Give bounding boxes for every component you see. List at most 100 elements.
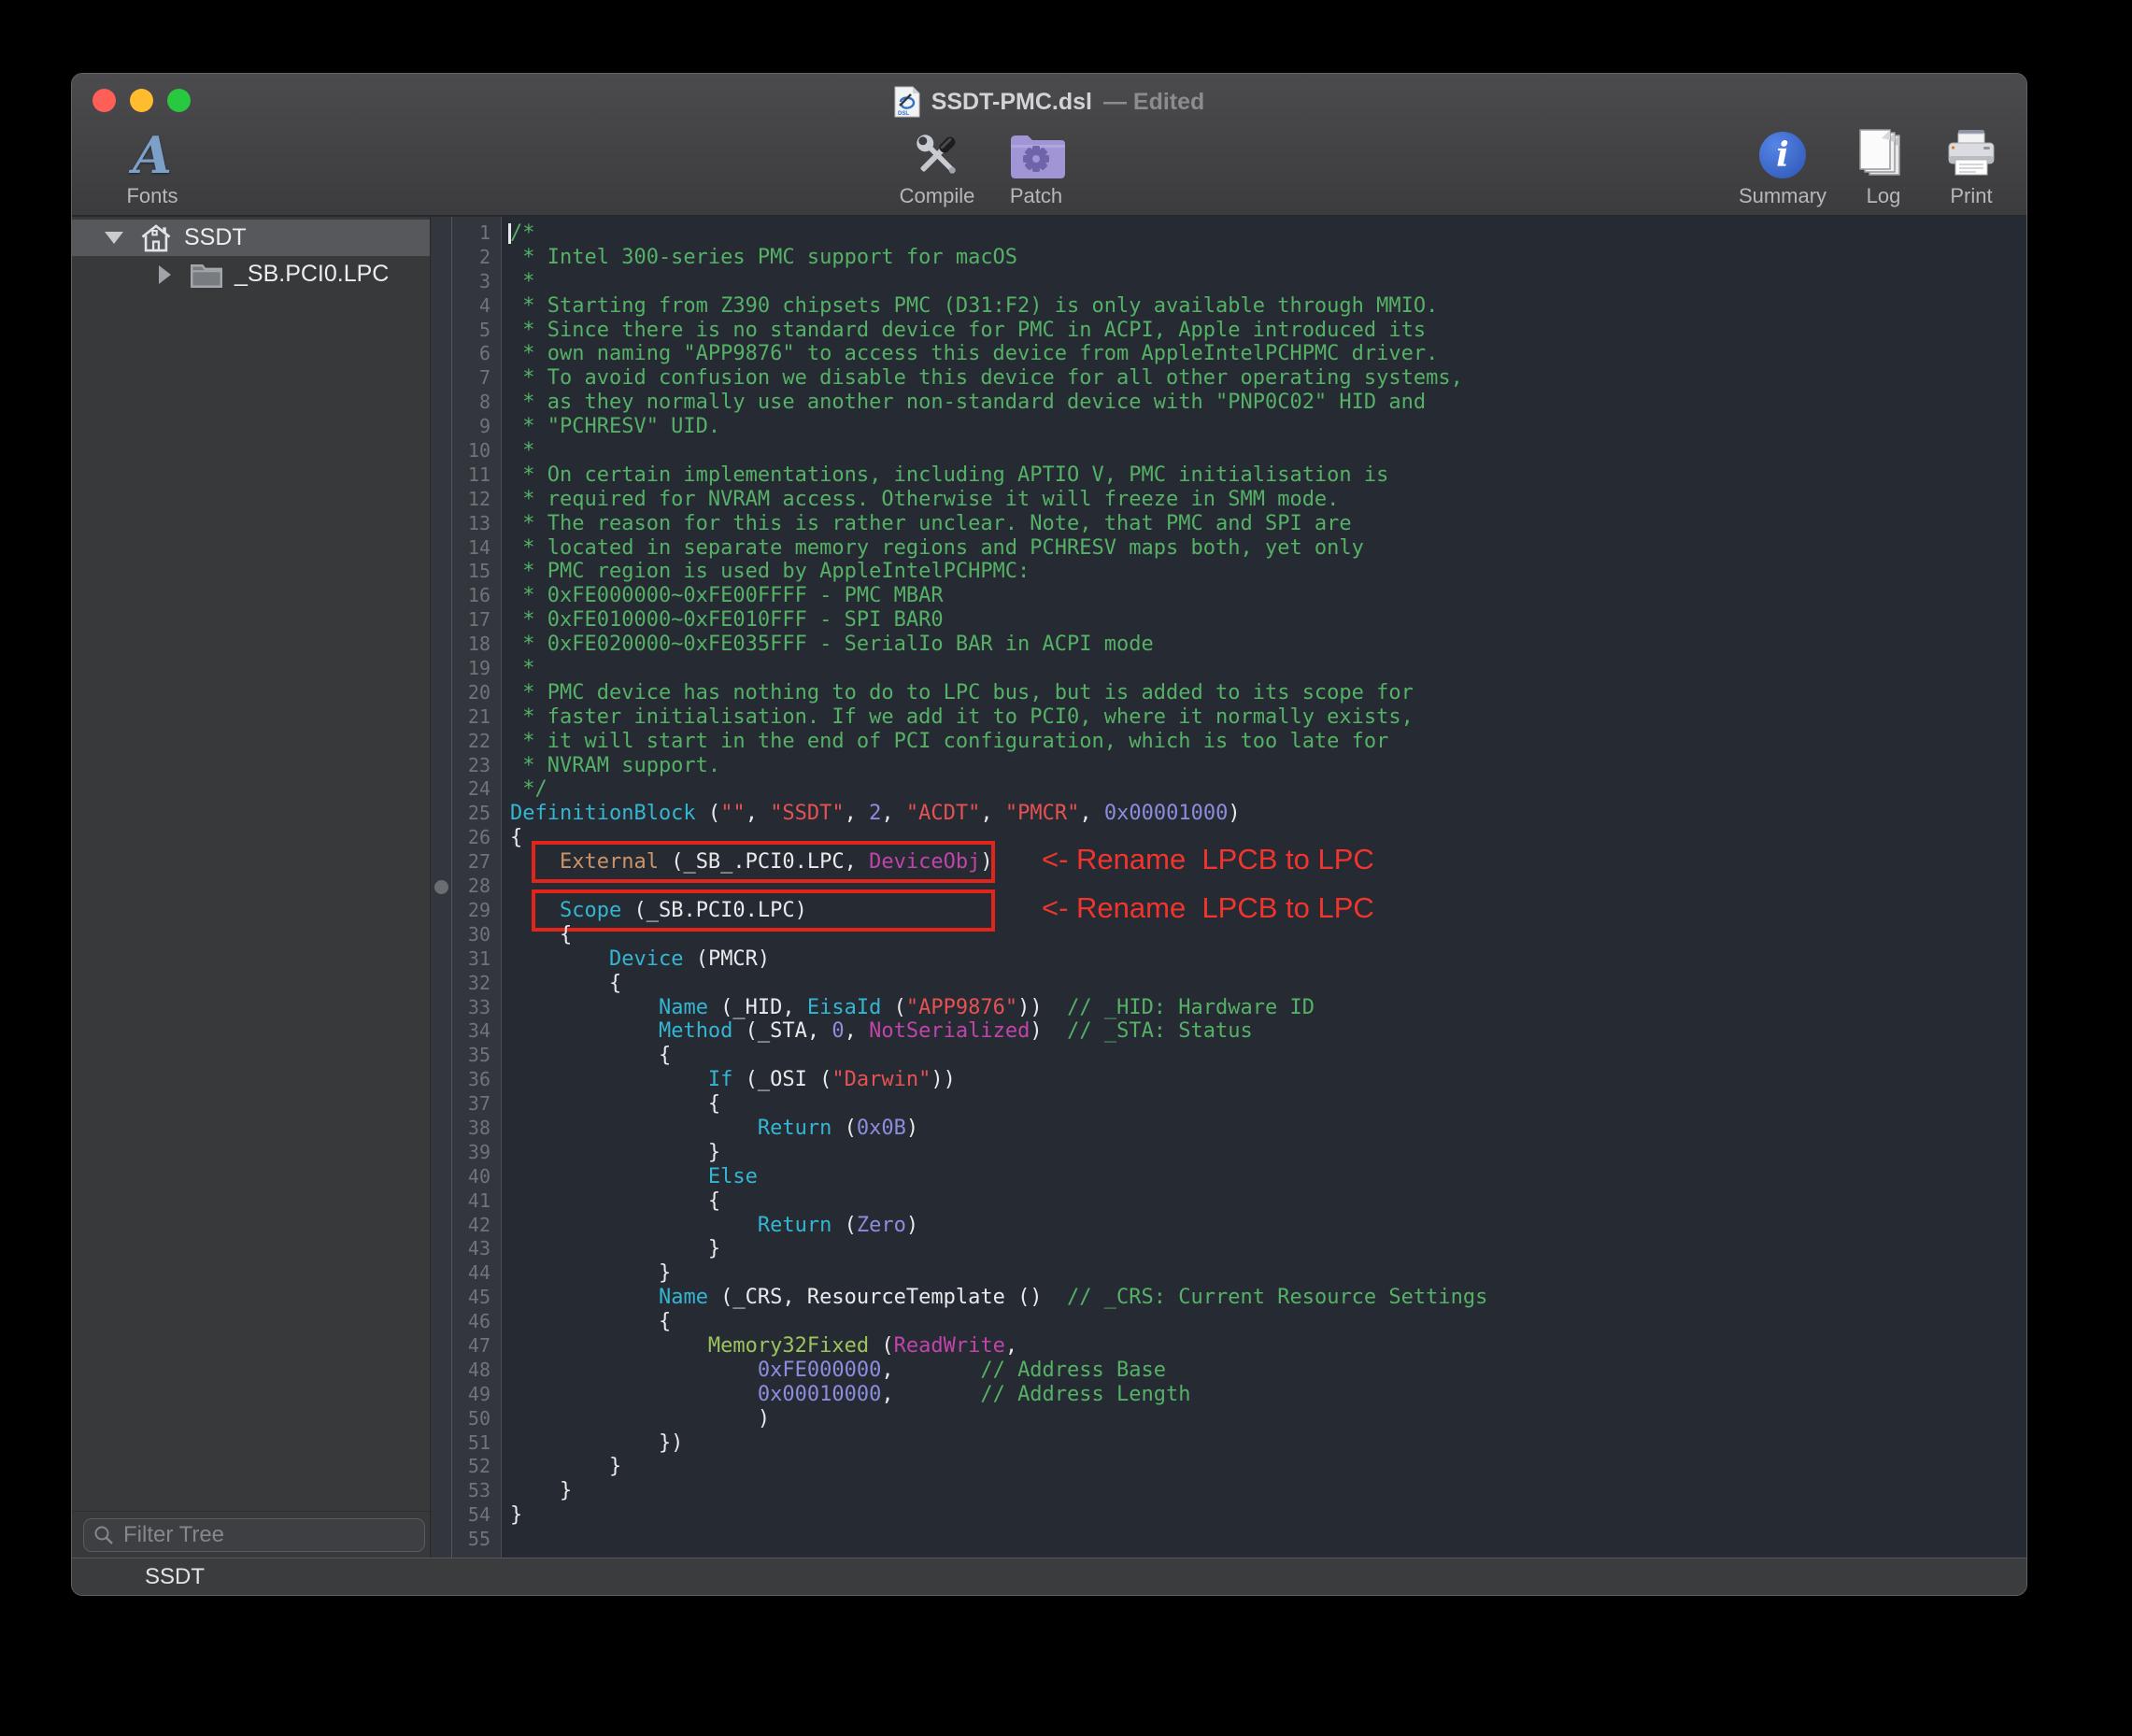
filter-tree-input[interactable]	[121, 1521, 415, 1549]
log-pages-icon	[1856, 128, 1911, 182]
patch-button[interactable]: Patch	[993, 124, 1079, 216]
code-line-35[interactable]: 35 {	[431, 1044, 2026, 1068]
rename-annotation: <- Rename LPCB to LPC	[1042, 847, 1374, 872]
code-line-32[interactable]: 32 {	[431, 972, 2026, 996]
code-line-3[interactable]: 3 *	[431, 270, 2026, 294]
line-content: {	[502, 923, 2026, 947]
code-line-31[interactable]: 31 Device (PMCR)	[431, 947, 2026, 972]
code-line-20[interactable]: 20 * PMC device has nothing to do to LPC…	[431, 681, 2026, 705]
line-number: 52	[431, 1455, 502, 1479]
line-number: 11	[431, 463, 502, 488]
code-line-47[interactable]: 47 Memory32Fixed (ReadWrite,	[431, 1334, 2026, 1359]
code-line-50[interactable]: 50 )	[431, 1407, 2026, 1431]
code-line-39[interactable]: 39 }	[431, 1141, 2026, 1165]
code-editor[interactable]: 1/*2 * Intel 300-series PMC support for …	[431, 217, 2026, 1558]
print-button[interactable]: Print	[1933, 124, 2010, 216]
line-number: 20	[431, 681, 502, 705]
code-line-55[interactable]: 55	[431, 1528, 2026, 1552]
fonts-label: Fonts	[126, 184, 178, 208]
compile-button[interactable]: Compile	[894, 124, 980, 216]
code-line-4[interactable]: 4 * Starting from Z390 chipsets PMC (D31…	[431, 294, 2026, 319]
code-line-11[interactable]: 11 * On certain implementations, includi…	[431, 463, 2026, 488]
line-number: 31	[431, 947, 502, 972]
code-line-46[interactable]: 46 {	[431, 1310, 2026, 1334]
code-line-38[interactable]: 38 Return (0x0B)	[431, 1117, 2026, 1141]
code-line-37[interactable]: 37 {	[431, 1092, 2026, 1117]
print-label: Print	[1950, 184, 1992, 208]
code-line-30[interactable]: 30 {	[431, 923, 2026, 947]
line-content: * Since there is no standard device for …	[502, 319, 2026, 343]
summary-button[interactable]: i Summary	[1731, 124, 1834, 216]
code-line-42[interactable]: 42 Return (Zero)	[431, 1214, 2026, 1238]
line-number: 1	[431, 221, 502, 246]
compile-tools-icon	[908, 126, 966, 184]
code-line-5[interactable]: 5 * Since there is no standard device fo…	[431, 319, 2026, 343]
fonts-button[interactable]: A Fonts	[109, 124, 195, 216]
code-line-16[interactable]: 16 * 0xFE000000~0xFE00FFFF - PMC MBAR	[431, 584, 2026, 608]
line-content: {	[502, 1189, 2026, 1214]
disclosure-expanded-icon[interactable]	[100, 232, 128, 244]
code-line-1[interactable]: 1/*	[431, 221, 2026, 246]
line-content: }	[502, 1261, 2026, 1286]
code-line-22[interactable]: 22 * it will start in the end of PCI con…	[431, 730, 2026, 754]
code-line-36[interactable]: 36 If (_OSI ("Darwin"))	[431, 1068, 2026, 1092]
status-path: SSDT	[145, 1564, 205, 1590]
code-line-52[interactable]: 52 }	[431, 1455, 2026, 1479]
line-number: 34	[431, 1019, 502, 1044]
code-line-6[interactable]: 6 * own naming "APP9876" to access this …	[431, 342, 2026, 366]
code-line-17[interactable]: 17 * 0xFE010000~0xFE010FFF - SPI BAR0	[431, 608, 2026, 633]
code-line-53[interactable]: 53 }	[431, 1479, 2026, 1503]
code-line-54[interactable]: 54}	[431, 1503, 2026, 1528]
code-line-8[interactable]: 8 * as they normally use another non-sta…	[431, 391, 2026, 415]
code-line-51[interactable]: 51 })	[431, 1431, 2026, 1456]
code-line-40[interactable]: 40 Else	[431, 1165, 2026, 1189]
code-line-18[interactable]: 18 * 0xFE020000~0xFE035FFF - SerialIo BA…	[431, 633, 2026, 657]
code-line-25[interactable]: 25DefinitionBlock ("", "SSDT", 2, "ACDT"…	[431, 802, 2026, 826]
line-content: }	[502, 1455, 2026, 1479]
code-line-10[interactable]: 10 *	[431, 439, 2026, 463]
line-number: 27	[431, 850, 502, 875]
code-line-15[interactable]: 15 * PMC region is used by AppleIntelPCH…	[431, 560, 2026, 584]
code-line-43[interactable]: 43 }	[431, 1237, 2026, 1261]
code-line-34[interactable]: 34 Method (_STA, 0, NotSerialized) // _S…	[431, 1019, 2026, 1044]
compile-label: Compile	[900, 184, 975, 208]
code-line-2[interactable]: 2 * Intel 300-series PMC support for mac…	[431, 246, 2026, 270]
tree-row-ssdt[interactable]: SSDT	[72, 220, 430, 256]
line-number: 10	[431, 439, 502, 463]
log-button[interactable]: Log	[1847, 124, 1920, 216]
search-icon	[93, 1525, 114, 1545]
code-line-12[interactable]: 12 * required for NVRAM access. Otherwis…	[431, 488, 2026, 512]
fonts-a-icon: A	[133, 130, 172, 180]
code-line-23[interactable]: 23 * NVRAM support.	[431, 754, 2026, 778]
line-number: 30	[431, 923, 502, 947]
code-line-48[interactable]: 48 0xFE000000, // Address Base	[431, 1359, 2026, 1383]
code-line-27[interactable]: 27 External (_SB_.PCI0.LPC, DeviceObj)<-…	[431, 850, 2026, 875]
code-line-7[interactable]: 7 * To avoid confusion we disable this d…	[431, 366, 2026, 391]
tree-row-sb-pci0-lpc[interactable]: _SB.PCI0.LPC	[72, 256, 430, 292]
line-content: 0xFE000000, // Address Base	[502, 1359, 2026, 1383]
document-icon: DSL	[894, 86, 920, 118]
code-line-24[interactable]: 24 */	[431, 777, 2026, 802]
code-line-41[interactable]: 41 {	[431, 1189, 2026, 1214]
disclosure-collapsed-icon[interactable]	[150, 265, 178, 284]
code-line-9[interactable]: 9 * "PCHRESV" UID.	[431, 415, 2026, 439]
code-line-44[interactable]: 44 }	[431, 1261, 2026, 1286]
summary-label: Summary	[1739, 184, 1826, 208]
line-number: 3	[431, 270, 502, 294]
line-content: DefinitionBlock ("", "SSDT", 2, "ACDT", …	[502, 802, 2026, 826]
code-line-29[interactable]: 29 Scope (_SB.PCI0.LPC)<- Rename LPCB to…	[431, 899, 2026, 923]
code-line-21[interactable]: 21 * faster initialisation. If we add it…	[431, 705, 2026, 730]
line-number: 54	[431, 1503, 502, 1528]
code-line-14[interactable]: 14 * located in separate memory regions …	[431, 536, 2026, 561]
line-number: 37	[431, 1092, 502, 1117]
code-line-49[interactable]: 49 0x00010000, // Address Length	[431, 1383, 2026, 1407]
line-content: * as they normally use another non-stand…	[502, 391, 2026, 415]
code-line-19[interactable]: 19 *	[431, 657, 2026, 681]
code-line-45[interactable]: 45 Name (_CRS, ResourceTemplate () // _C…	[431, 1286, 2026, 1310]
line-number: 22	[431, 730, 502, 754]
acpi-tree: SSDT _SB.PCI0.LPC	[72, 217, 430, 292]
line-content: 0x00010000, // Address Length	[502, 1383, 2026, 1407]
code-line-33[interactable]: 33 Name (_HID, EisaId ("APP9876")) // _H…	[431, 996, 2026, 1020]
line-number: 18	[431, 633, 502, 657]
code-line-13[interactable]: 13 * The reason for this is rather uncle…	[431, 512, 2026, 536]
